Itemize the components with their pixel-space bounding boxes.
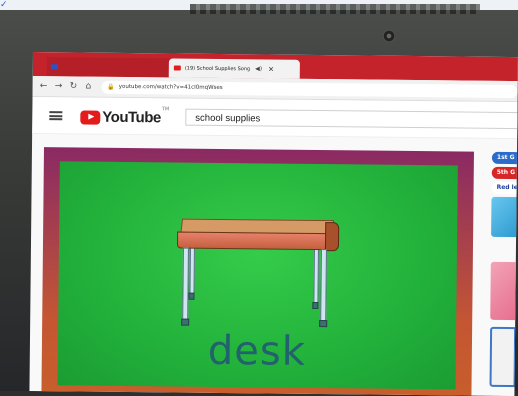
vent-grille [190, 4, 480, 14]
desk-foot [188, 292, 195, 300]
desk-foot [312, 301, 319, 310]
tab-favicon-icon [50, 64, 58, 70]
webcam-icon [383, 30, 395, 42]
desk-foot [319, 320, 328, 328]
desk-front-edge [176, 231, 330, 251]
recommendations-sidebar: 1st G 5th G Red le [489, 151, 518, 396]
cropped-text: ✓ [0, 0, 8, 10]
desk-leg [320, 249, 327, 324]
hamburger-menu-icon[interactable] [49, 111, 63, 121]
video-frame: desk [57, 161, 458, 390]
youtube-favicon-icon [173, 65, 181, 71]
home-icon[interactable]: ⌂ [84, 82, 92, 92]
laptop-screen: (19) School Supplies Song ◀) ✕ ← → ↻ ⌂ 🔒… [29, 52, 518, 396]
desk-side-edge [324, 222, 340, 252]
audio-playing-icon[interactable]: ◀) [255, 65, 262, 72]
url-text: youtube.com/watch?v=41cI0mqWses [118, 83, 223, 91]
sidebar-chip[interactable]: Red le [491, 181, 518, 195]
video-player[interactable]: desk [41, 147, 474, 396]
back-arrow-icon[interactable]: ← [40, 81, 48, 91]
lock-icon: 🔒 [107, 83, 115, 91]
address-bar[interactable]: 🔒 youtube.com/watch?v=41cI0mqWses [101, 80, 518, 98]
video-thumbnail[interactable] [490, 261, 517, 321]
forward-arrow-icon[interactable]: → [55, 81, 63, 91]
youtube-wordmark: YouTube [102, 108, 161, 127]
youtube-play-icon [80, 109, 101, 125]
desk-foot [181, 318, 190, 326]
tab-label: (19) School Supplies Song [184, 65, 251, 72]
youtube-header: YouTube TM school supplies [32, 96, 518, 140]
desk-leg [182, 247, 189, 322]
desk-leg [313, 244, 319, 306]
sidebar-chip[interactable]: 1st G [491, 151, 518, 165]
youtube-logo[interactable]: YouTube TM [80, 106, 170, 127]
tab-school-supplies[interactable]: (19) School Supplies Song ◀) ✕ [168, 58, 300, 79]
sidebar-chip[interactable]: 5th G [491, 166, 518, 180]
desk-leg [189, 243, 196, 296]
reload-icon[interactable]: ↻ [69, 81, 78, 91]
youtube-tm-mark: TM [161, 106, 170, 113]
video-thumbnail[interactable] [491, 196, 518, 238]
search-input[interactable]: school supplies [185, 108, 518, 130]
video-thumbnail[interactable] [489, 326, 517, 388]
video-caption: desk [207, 327, 307, 375]
close-tab-icon[interactable]: ✕ [268, 65, 274, 73]
tab-previous[interactable] [46, 57, 169, 78]
